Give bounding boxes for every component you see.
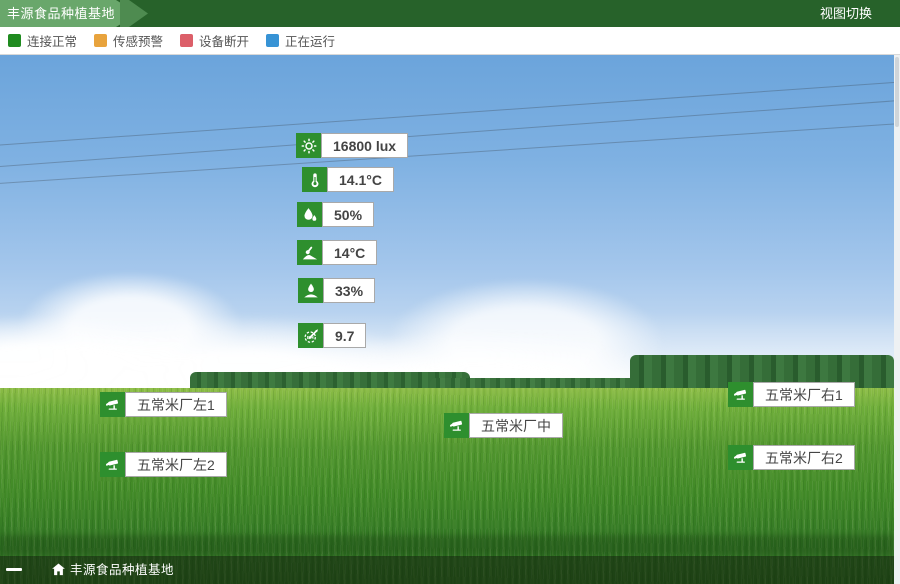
cctv-camera-icon — [444, 413, 469, 438]
sensor-value: 14°C — [322, 240, 377, 265]
humidity-drops-icon — [297, 202, 322, 227]
legend-bar: 连接正常 传感预警 设备断开 正在运行 — [0, 27, 900, 55]
camera-label: 五常米厂左1 — [125, 392, 227, 417]
footer-bar: 丰源食品种植基地 — [0, 556, 894, 584]
status-swatch-running — [266, 34, 279, 47]
header-bar: 丰源食品种植基地 视图切换 — [0, 0, 900, 27]
sensor-badge-soil-temperature[interactable]: 14°C — [297, 240, 377, 265]
legend-label: 连接正常 — [27, 31, 77, 50]
ph-icon: PH — [298, 323, 323, 348]
vertical-scrollbar[interactable] — [894, 55, 900, 584]
status-swatch-disconnected — [180, 34, 193, 47]
sensor-value: 16800 lux — [321, 133, 408, 158]
camera-badge-center[interactable]: 五常米厂中 — [444, 413, 563, 438]
sensor-value: 33% — [323, 278, 375, 303]
view-switch-button[interactable]: 视图切换 — [820, 0, 872, 27]
soil-moisture-icon — [298, 278, 323, 303]
camera-label: 五常米厂左2 — [125, 452, 227, 477]
app-window: 丰源食品种植基地 视图切换 连接正常 传感预警 设备断开 正在运行 — [0, 0, 900, 584]
thermometer-icon — [302, 167, 327, 192]
status-swatch-connected — [8, 34, 21, 47]
sensor-value: 9.7 — [323, 323, 366, 348]
page-title: 丰源食品种植基地 — [7, 0, 115, 27]
camera-label: 五常米厂中 — [469, 413, 563, 438]
legend-label: 设备断开 — [199, 31, 249, 50]
camera-badge-right-2[interactable]: 五常米厂右2 — [728, 445, 855, 470]
soil-thermometer-icon — [297, 240, 322, 265]
sensor-badge-soil-moisture[interactable]: 33% — [298, 278, 375, 303]
camera-badge-left-2[interactable]: 五常米厂左2 — [100, 452, 227, 477]
ribbon-chevron — [120, 0, 150, 27]
scrollbar-thumb[interactable] — [895, 57, 899, 127]
cctv-camera-icon — [728, 445, 753, 470]
camera-badge-right-1[interactable]: 五常米厂右1 — [728, 382, 855, 407]
legend-item-running: 正在运行 — [266, 31, 335, 50]
field-shadow-band — [0, 535, 894, 555]
sensor-badge-air-temperature[interactable]: 14.1°C — [302, 167, 394, 192]
legend-item-disconnected: 设备断开 — [180, 31, 249, 50]
sensor-badge-light-intensity[interactable]: 16800 lux — [296, 133, 408, 158]
sensor-badge-ph[interactable]: PH 9.7 — [298, 323, 366, 348]
camera-badge-left-1[interactable]: 五常米厂左1 — [100, 392, 227, 417]
cctv-camera-icon — [100, 452, 125, 477]
legend-item-connected: 连接正常 — [8, 31, 77, 50]
cctv-camera-icon — [728, 382, 753, 407]
sensor-badge-air-humidity[interactable]: 50% — [297, 202, 374, 227]
legend-label: 正在运行 — [285, 31, 335, 50]
camera-label: 五常米厂右2 — [753, 445, 855, 470]
legend-label: 传感预警 — [113, 31, 163, 50]
status-swatch-warning — [94, 34, 107, 47]
camera-label: 五常米厂右1 — [753, 382, 855, 407]
field-monitor-view: 16800 lux 14.1°C 50% 14°C — [0, 55, 894, 584]
sensor-value: 50% — [322, 202, 374, 227]
legend-item-sensor-warning: 传感预警 — [94, 31, 163, 50]
footer-title: 丰源食品种植基地 — [70, 556, 174, 584]
sensor-value: 14.1°C — [327, 167, 394, 192]
home-icon[interactable] — [50, 561, 67, 578]
cctv-camera-icon — [100, 392, 125, 417]
sun-icon — [296, 133, 321, 158]
collapse-handle[interactable] — [6, 568, 22, 571]
